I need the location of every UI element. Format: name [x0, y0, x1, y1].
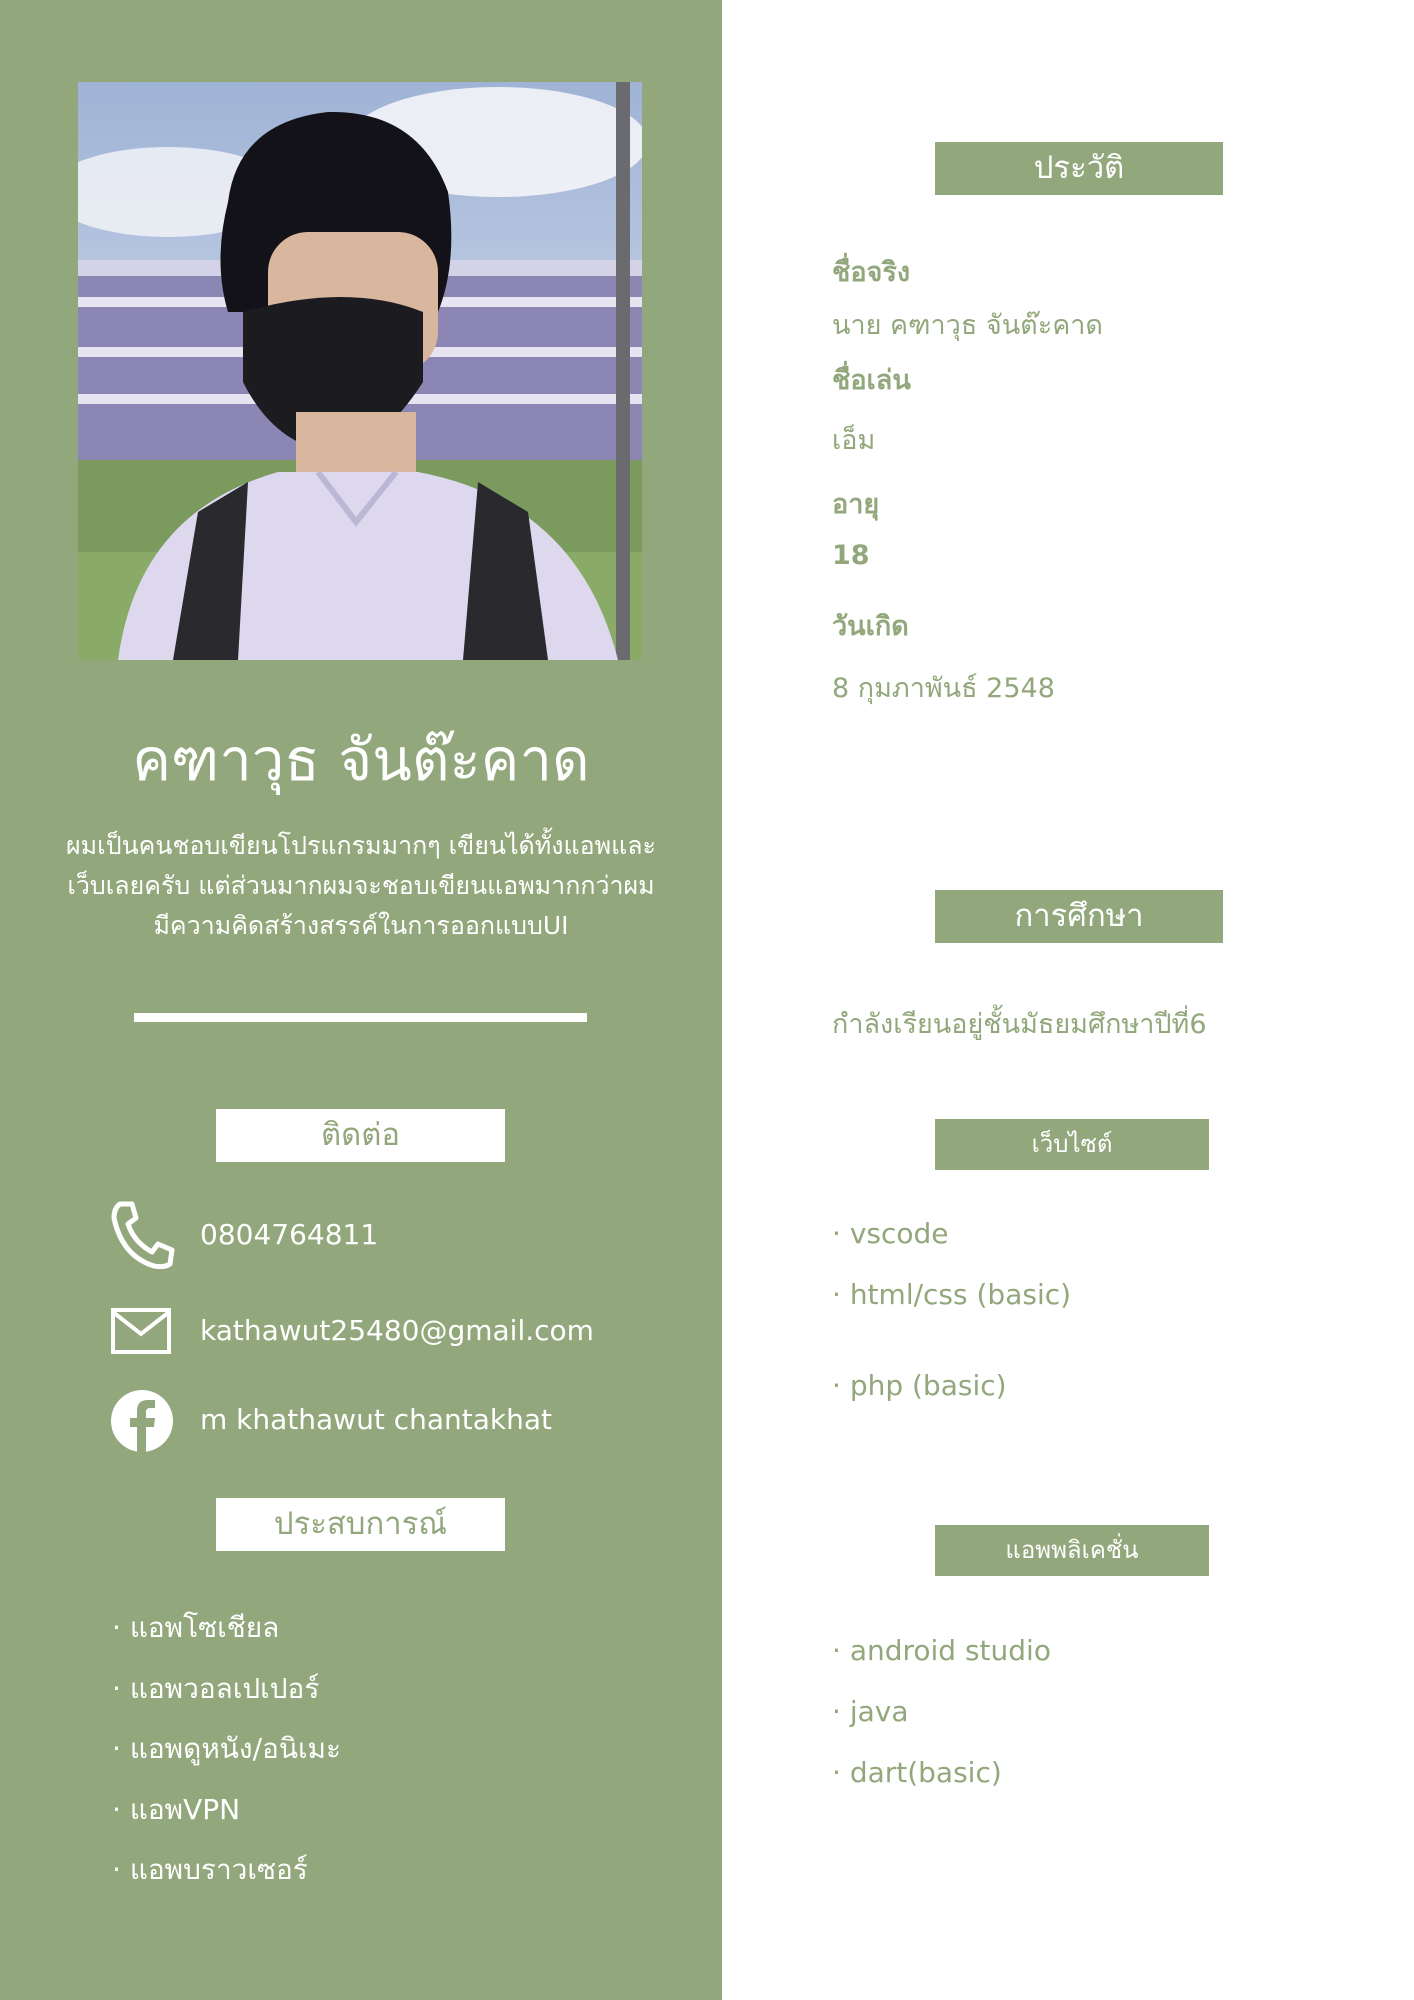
application-item: android studio	[832, 1620, 1051, 1681]
birthday-label: วันเกิด	[832, 611, 909, 642]
real-name-value: นาย คฑาวุธ จันต๊ะคาด	[832, 310, 1103, 341]
experience-item: แอพVPN	[112, 1780, 341, 1841]
facebook-icon	[108, 1385, 178, 1455]
bio-line: เว็บเลยครับ แต่ส่วนมากผมจะชอบเขียนแอพมาก…	[67, 871, 655, 900]
bio-line: ผมเป็นคนชอบเขียนโปรแกรมมากๆ เขียนได้ทั้ง…	[66, 831, 656, 860]
contact-facebook-row[interactable]: m khathawut chantakhat	[108, 1385, 708, 1455]
nickname-value: เอ็ม	[832, 425, 876, 456]
website-list: vscode html/css (basic) php (basic)	[832, 1203, 1071, 1416]
profile-photo	[78, 82, 642, 660]
history-heading: ประวัติ	[935, 142, 1223, 195]
bio-line: มีความคิดสร้างสรรค์ในการออกแบบUI	[153, 911, 569, 940]
website-item: php (basic)	[832, 1355, 1071, 1416]
contact-phone-row[interactable]: 0804764811	[108, 1200, 708, 1270]
website-item: html/css (basic)	[832, 1264, 1071, 1355]
education-heading: การศึกษา	[935, 890, 1223, 943]
age-label: อายุ	[832, 489, 880, 520]
left-sidebar: คฑาวุธ จันต๊ะคาด ผมเป็นคนชอบเขียนโปรแกรม…	[0, 0, 722, 2000]
profile-name: คฑาวุธ จันต๊ะคาด	[132, 726, 590, 794]
experience-item: แอพโซเชียล	[112, 1598, 341, 1659]
experience-item: แอพดูหนัง/อนิเมะ	[112, 1719, 341, 1780]
website-heading: เว็บไซต์	[935, 1119, 1209, 1170]
experience-heading: ประสบการณ์	[216, 1498, 505, 1551]
experience-item: แอพบราวเซอร์	[112, 1840, 341, 1901]
application-item: java	[832, 1681, 1051, 1742]
real-name-label: ชื่อจริง	[832, 257, 911, 288]
birthday-value: 8 กุมภาพันธ์ 2548	[832, 673, 1055, 704]
phone-number[interactable]: 0804764811	[200, 1200, 378, 1270]
profile-bio: ผมเป็นคนชอบเขียนโปรแกรมมากๆ เขียนได้ทั้ง…	[52, 826, 670, 946]
contact-heading: ติดต่อ	[216, 1109, 505, 1162]
age-value: 18	[832, 540, 870, 571]
experience-item: แอพวอลเปเปอร์	[112, 1659, 341, 1720]
experience-list: แอพโซเชียล แอพวอลเปเปอร์ แอพดูหนัง/อนิเม…	[112, 1598, 341, 1901]
website-item: vscode	[832, 1203, 1071, 1264]
application-list: android studio java dart(basic)	[832, 1620, 1051, 1803]
application-heading: แอพพลิเคชั่น	[935, 1525, 1209, 1576]
section-divider	[134, 1013, 587, 1022]
envelope-icon	[108, 1296, 178, 1366]
education-text: กำลังเรียนอยู่ชั้นมัธยมศึกษาปีที่6	[832, 1009, 1207, 1040]
phone-icon	[108, 1200, 178, 1270]
facebook-name[interactable]: m khathawut chantakhat	[200, 1385, 552, 1455]
contact-email-row[interactable]: kathawut25480@gmail.com	[108, 1296, 708, 1366]
application-item: dart(basic)	[832, 1742, 1051, 1803]
email-address[interactable]: kathawut25480@gmail.com	[200, 1296, 594, 1366]
nickname-label: ชื่อเล่น	[832, 365, 911, 396]
